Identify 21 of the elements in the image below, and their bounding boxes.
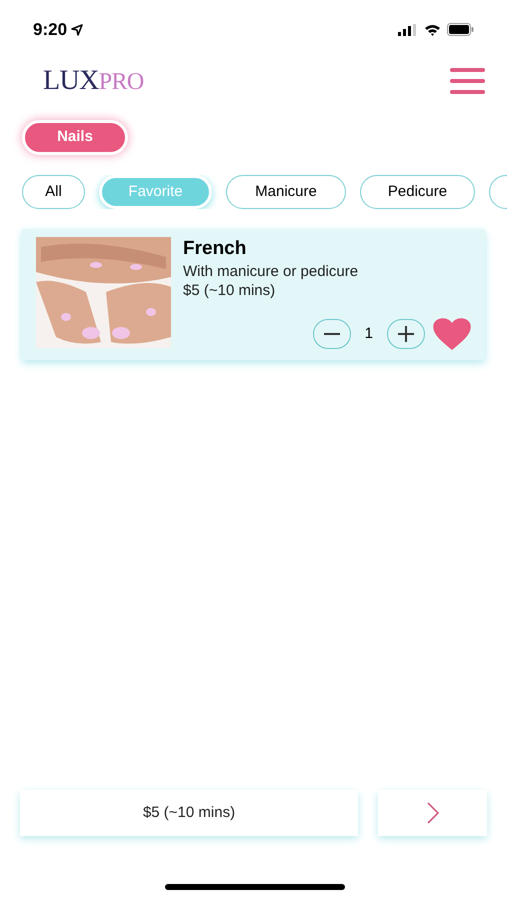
signal-icon <box>398 24 418 36</box>
wifi-icon <box>424 24 441 36</box>
heart-icon[interactable] <box>433 318 471 350</box>
service-price: $5 (~10 mins) <box>183 282 276 300</box>
logo: LUXPRO <box>43 67 144 95</box>
plus-icon <box>398 326 414 342</box>
category-tab[interactable]: Manicure <box>226 175 346 209</box>
total-summary: $5 (~10 mins) <box>20 790 358 836</box>
chevron-right-icon <box>426 801 440 825</box>
service-name: French <box>183 237 248 261</box>
category-tab[interactable]: Pedicure <box>360 175 475 209</box>
status-time: 9:20 <box>33 18 68 41</box>
service-description: With manicure or pedicure <box>183 262 360 282</box>
increase-button[interactable] <box>387 319 425 349</box>
menu-icon[interactable] <box>450 67 485 95</box>
location-arrow-icon <box>71 24 84 36</box>
quantity: 1 <box>364 324 373 344</box>
battery-icon <box>447 23 474 36</box>
minus-icon <box>324 333 340 335</box>
category-tab[interactable]: All <box>22 175 85 209</box>
decrease-button[interactable] <box>312 319 351 349</box>
